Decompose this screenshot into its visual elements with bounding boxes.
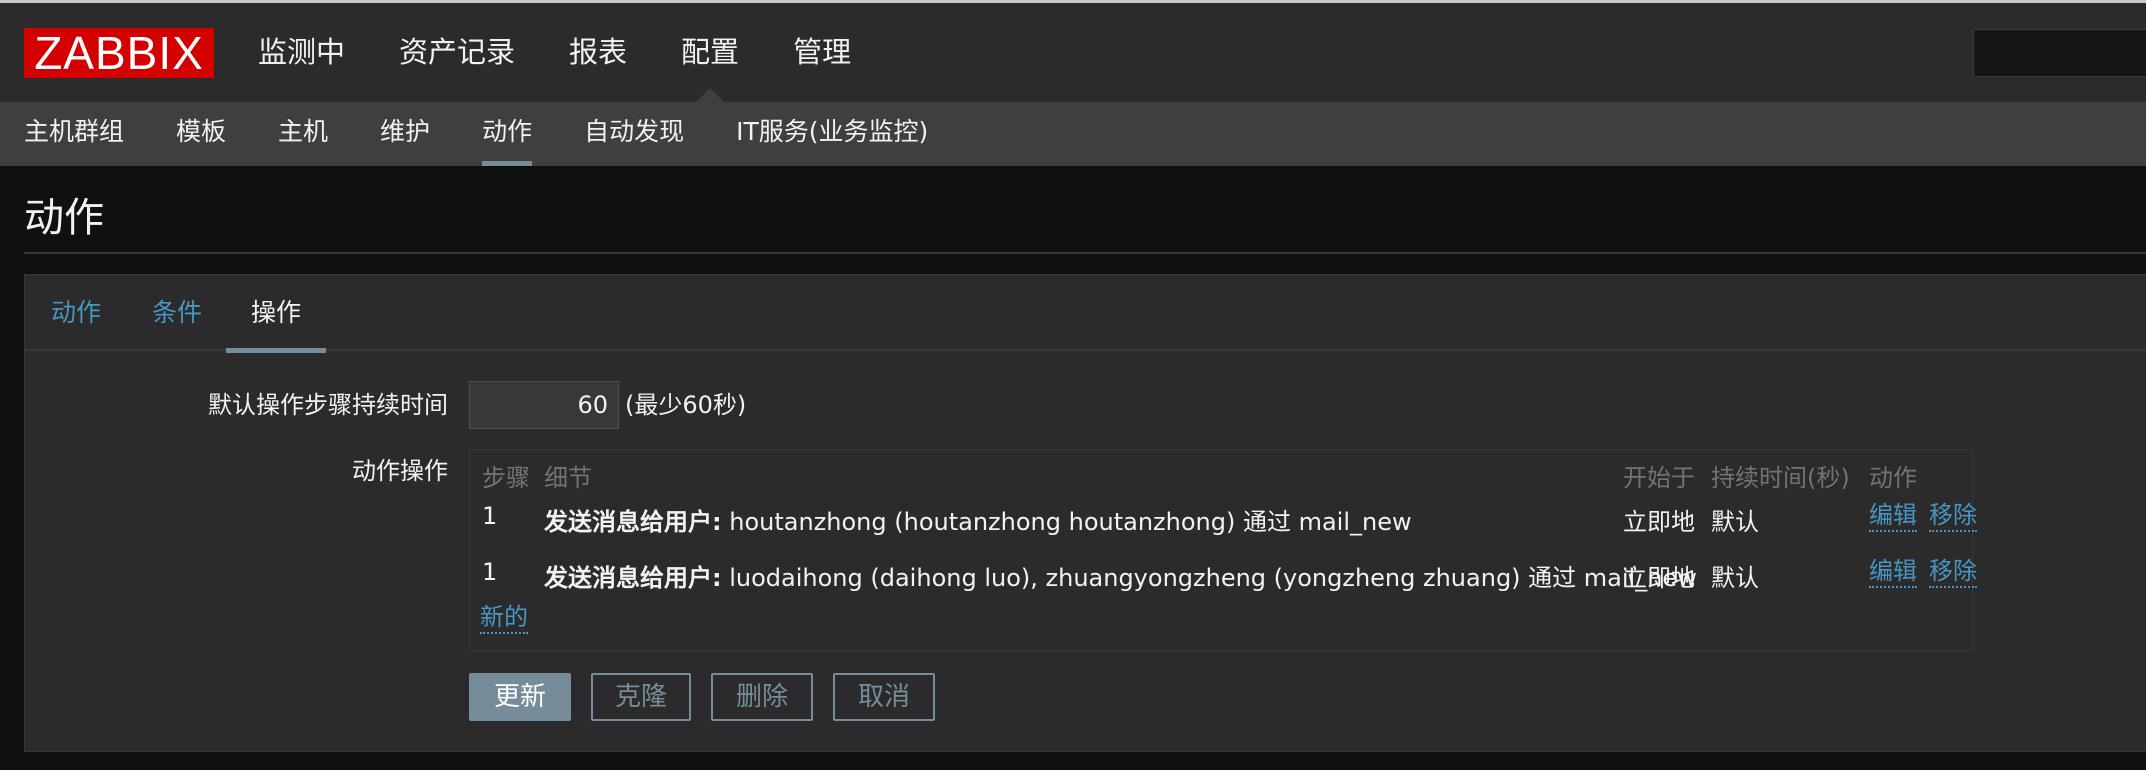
row2-start: 立即地 <box>1623 564 1695 592</box>
sub-menu: 主机群组 模板 主机 维护 动作 自动发现 IT服务(业务监控) <box>0 102 2146 166</box>
row1-edit-link[interactable]: 编辑 <box>1869 500 1917 532</box>
menu-reports[interactable]: 报表 <box>569 3 627 102</box>
cancel-button[interactable]: 取消 <box>833 673 935 721</box>
submenu-actions[interactable]: 动作 <box>482 102 533 166</box>
menu-configuration[interactable]: 配置 <box>681 3 739 102</box>
search-input[interactable] <box>1973 29 2146 77</box>
row1-start: 立即地 <box>1623 508 1695 536</box>
submenu-templates[interactable]: 模板 <box>176 102 226 166</box>
delete-button[interactable]: 删除 <box>711 673 813 721</box>
title-divider <box>24 252 2146 254</box>
tab-bar: 动作 条件 操作 <box>25 275 2146 353</box>
submenu-it-services[interactable]: IT服务(业务监控) <box>736 102 928 166</box>
row2-detail-label: 发送消息给用户: <box>544 564 722 592</box>
row1-detail-label: 发送消息给用户: <box>544 508 722 536</box>
default-step-duration-input[interactable]: 60 <box>469 381 619 429</box>
tab-operations[interactable]: 操作 <box>226 275 326 353</box>
submenu-host-groups[interactable]: 主机群组 <box>24 102 124 166</box>
row1-step: 1 <box>482 502 498 530</box>
header-action: 动作 <box>1869 464 1917 492</box>
new-operation-link[interactable]: 新的 <box>480 602 528 634</box>
submenu-maintenance[interactable]: 维护 <box>380 102 430 166</box>
header-duration: 持续时间(秒) <box>1711 464 1850 492</box>
submenu-discovery[interactable]: 自动发现 <box>584 102 684 166</box>
action-form-panel: 动作 条件 操作 默认操作步骤持续时间 60 (最少60秒) 动作操作 步骤 细… <box>24 274 2146 752</box>
row2-detail-text: luodaihong (daihong luo), zhuangyongzhen… <box>721 564 1697 592</box>
menu-administration[interactable]: 管理 <box>793 3 851 102</box>
row1-remove-link[interactable]: 移除 <box>1929 500 1977 532</box>
submenu-hosts[interactable]: 主机 <box>278 102 328 166</box>
menu-inventory[interactable]: 资产记录 <box>399 3 515 102</box>
tab-conditions[interactable]: 条件 <box>152 275 202 351</box>
page-title: 动作 <box>24 195 104 241</box>
header-detail: 细节 <box>544 464 592 492</box>
operations-label: 动作操作 <box>352 457 448 485</box>
row1-detail-text: houtanzhong (houtanzhong houtanzhong) 通过… <box>721 508 1412 536</box>
main-menu: 监测中 资产记录 报表 配置 管理 <box>258 3 905 102</box>
default-step-duration-hint: (最少60秒) <box>625 391 747 419</box>
zabbix-logo[interactable]: ZABBIX <box>24 28 214 78</box>
clone-button[interactable]: 克隆 <box>591 673 691 721</box>
row2-duration: 默认 <box>1711 564 1759 592</box>
row2-remove-link[interactable]: 移除 <box>1929 556 1977 588</box>
header-step: 步骤 <box>482 464 530 492</box>
menu-monitoring[interactable]: 监测中 <box>258 3 345 102</box>
row2-detail: 发送消息给用户: luodaihong (daihong luo), zhuan… <box>544 558 1697 593</box>
update-button[interactable]: 更新 <box>469 673 571 721</box>
default-step-duration-label: 默认操作步骤持续时间 <box>208 391 448 419</box>
operations-table: 步骤 细节 开始于 持续时间(秒) 动作 1 发送消息给用户: houtanzh… <box>469 449 1977 651</box>
row2-step: 1 <box>482 558 498 586</box>
main-header: ZABBIX 监测中 资产记录 报表 配置 管理 <box>0 3 2146 102</box>
row1-detail: 发送消息给用户: houtanzhong (houtanzhong houtan… <box>544 502 1412 537</box>
row2-edit-link[interactable]: 编辑 <box>1869 556 1917 588</box>
row1-duration: 默认 <box>1711 508 1759 536</box>
header-start: 开始于 <box>1623 464 1695 492</box>
tab-action[interactable]: 动作 <box>51 275 101 351</box>
